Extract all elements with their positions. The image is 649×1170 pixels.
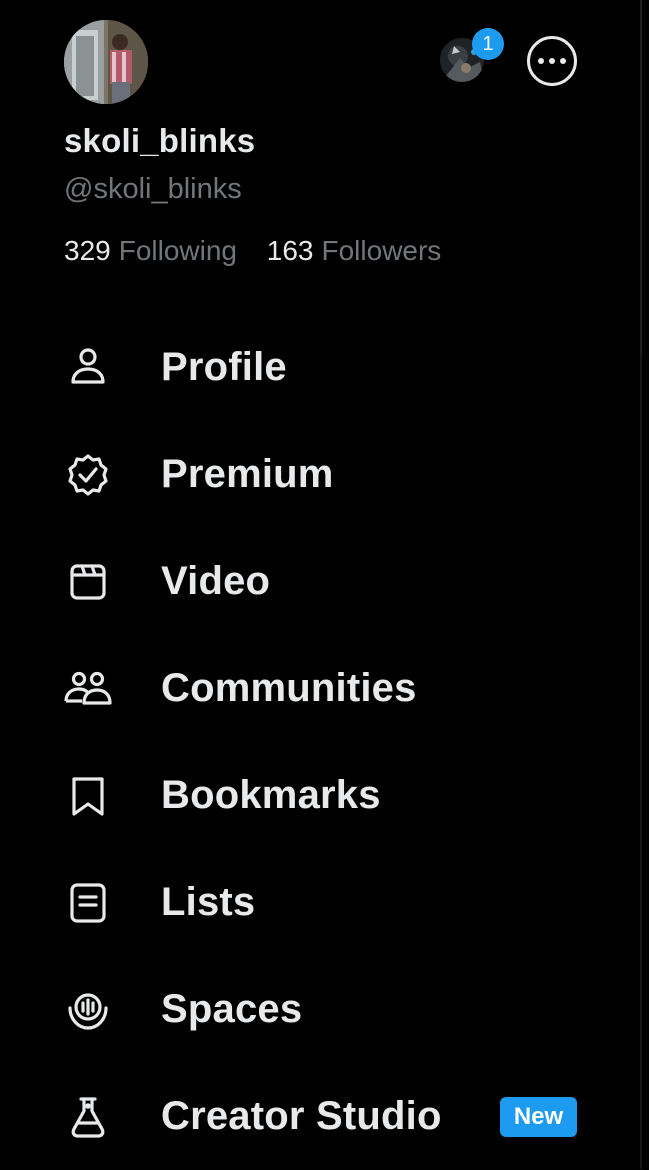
menu-item-premium[interactable]: Premium xyxy=(0,421,640,528)
menu-item-spaces[interactable]: Spaces xyxy=(0,956,640,1063)
video-icon xyxy=(64,558,112,606)
side-drawer: 1 skoli_blinks @skoli_blinks 329 Followin… xyxy=(0,0,640,1169)
menu-item-profile[interactable]: Profile xyxy=(0,314,640,421)
verified-badge-icon xyxy=(64,451,112,499)
followers-link[interactable]: 163 Followers xyxy=(267,235,442,267)
notification-badge: 1 xyxy=(472,28,504,60)
flask-icon xyxy=(64,1093,112,1141)
person-icon xyxy=(64,344,112,392)
more-dot-icon xyxy=(538,58,544,64)
menu-item-creator-studio[interactable]: Creator Studio New xyxy=(0,1063,640,1170)
menu-item-communities[interactable]: Communities xyxy=(0,635,640,742)
following-count: 329 xyxy=(64,235,111,266)
new-badge: New xyxy=(500,1097,577,1137)
display-name: skoli_blinks xyxy=(64,122,256,159)
menu-item-bookmarks[interactable]: Bookmarks xyxy=(0,742,640,849)
menu-item-lists[interactable]: Lists xyxy=(0,849,640,956)
menu-item-label: Bookmarks xyxy=(161,773,381,817)
account-switcher[interactable]: 1 xyxy=(440,28,504,84)
user-handle: @skoli_blinks xyxy=(64,173,242,205)
spaces-icon xyxy=(64,986,112,1034)
more-dot-icon xyxy=(549,58,555,64)
menu-item-label: Premium xyxy=(161,452,334,496)
menu-item-label: Communities xyxy=(161,666,417,710)
menu-item-label: Lists xyxy=(161,880,256,924)
menu-item-label: Spaces xyxy=(161,987,303,1031)
menu-item-label: Profile xyxy=(161,345,287,389)
list-icon xyxy=(64,879,112,927)
followers-count: 163 xyxy=(266,235,314,266)
bookmark-icon xyxy=(64,772,112,820)
profile-avatar[interactable] xyxy=(64,20,148,104)
communities-icon xyxy=(64,665,112,713)
more-dot-icon xyxy=(560,58,566,64)
more-options-button[interactable] xyxy=(527,36,577,86)
menu-item-video[interactable]: Video xyxy=(0,528,640,635)
panel-divider-lower xyxy=(640,355,642,1169)
following-label: Following xyxy=(118,235,237,266)
following-link[interactable]: 329 Following xyxy=(64,235,237,267)
followers-label: Followers xyxy=(321,235,442,266)
menu-item-label: Video xyxy=(161,559,271,603)
menu-item-label: Creator Studio xyxy=(161,1094,442,1138)
follow-stats: 329 Following 163 Followers xyxy=(64,235,441,267)
